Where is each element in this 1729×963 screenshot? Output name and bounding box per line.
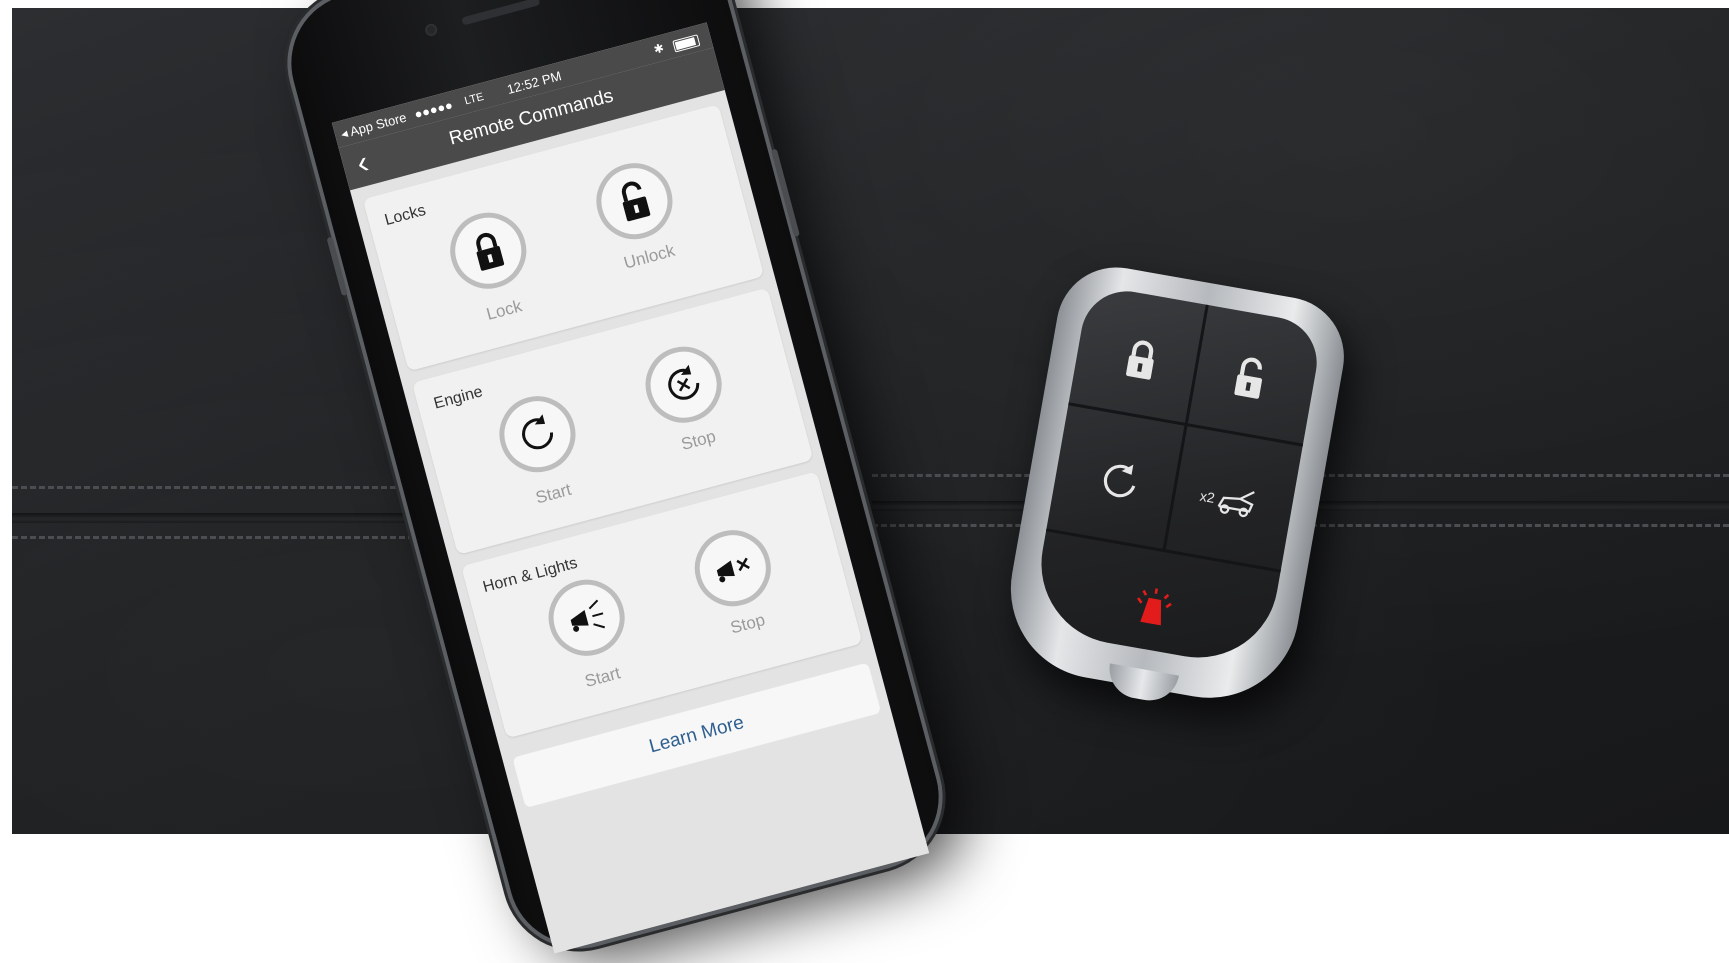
unlock-label: Unlock (621, 240, 677, 273)
unlock-icon (621, 181, 651, 222)
bluetooth-icon: ✱ (652, 40, 666, 57)
front-camera (423, 22, 439, 38)
fob-trunk-button[interactable]: x2 (1171, 447, 1285, 553)
fob-remote-start-button[interactable] (1063, 428, 1177, 534)
remote-start-icon (1103, 464, 1136, 498)
engine-start-button[interactable] (490, 387, 584, 481)
lock-button[interactable] (441, 204, 535, 298)
panic-alarm-icon (1137, 588, 1172, 626)
engine-stop-button[interactable] (637, 338, 731, 432)
lock-icon (1126, 340, 1154, 380)
earpiece-speaker (461, 0, 541, 26)
stitch-left-top (12, 486, 432, 489)
fob-unlock-button[interactable] (1193, 325, 1307, 431)
horn-lights-start-button[interactable] (540, 571, 634, 665)
trunk-press-count: x2 (1198, 487, 1217, 506)
unlock-icon (1234, 357, 1263, 399)
horn-lights-stop-button[interactable] (686, 521, 780, 615)
engine-title: Engine (432, 383, 485, 413)
locks-title: Locks (382, 201, 428, 230)
fob-lock-button[interactable] (1084, 306, 1198, 412)
horn-lights-stop-label: Stop (728, 610, 768, 638)
fob-panic-button[interactable] (1096, 554, 1210, 660)
key-fob-face: x2 (1028, 284, 1324, 671)
lock-label: Lock (484, 296, 524, 324)
horn-stop-icon (716, 557, 750, 583)
leather-seam-left (12, 513, 432, 523)
network-type: LTE (463, 90, 486, 108)
remote-stop-icon (668, 364, 700, 400)
horn-icon (570, 599, 606, 632)
lock-icon (476, 233, 505, 271)
remote-start-icon (522, 414, 553, 450)
trunk-icon (1218, 491, 1256, 518)
battery-icon (672, 34, 701, 53)
horn-lights-start-label: Start (582, 663, 623, 691)
engine-stop-label: Stop (679, 426, 718, 454)
stitch-left-bottom (12, 536, 432, 539)
engine-start-label: Start (533, 479, 574, 508)
unlock-button[interactable] (587, 154, 681, 248)
